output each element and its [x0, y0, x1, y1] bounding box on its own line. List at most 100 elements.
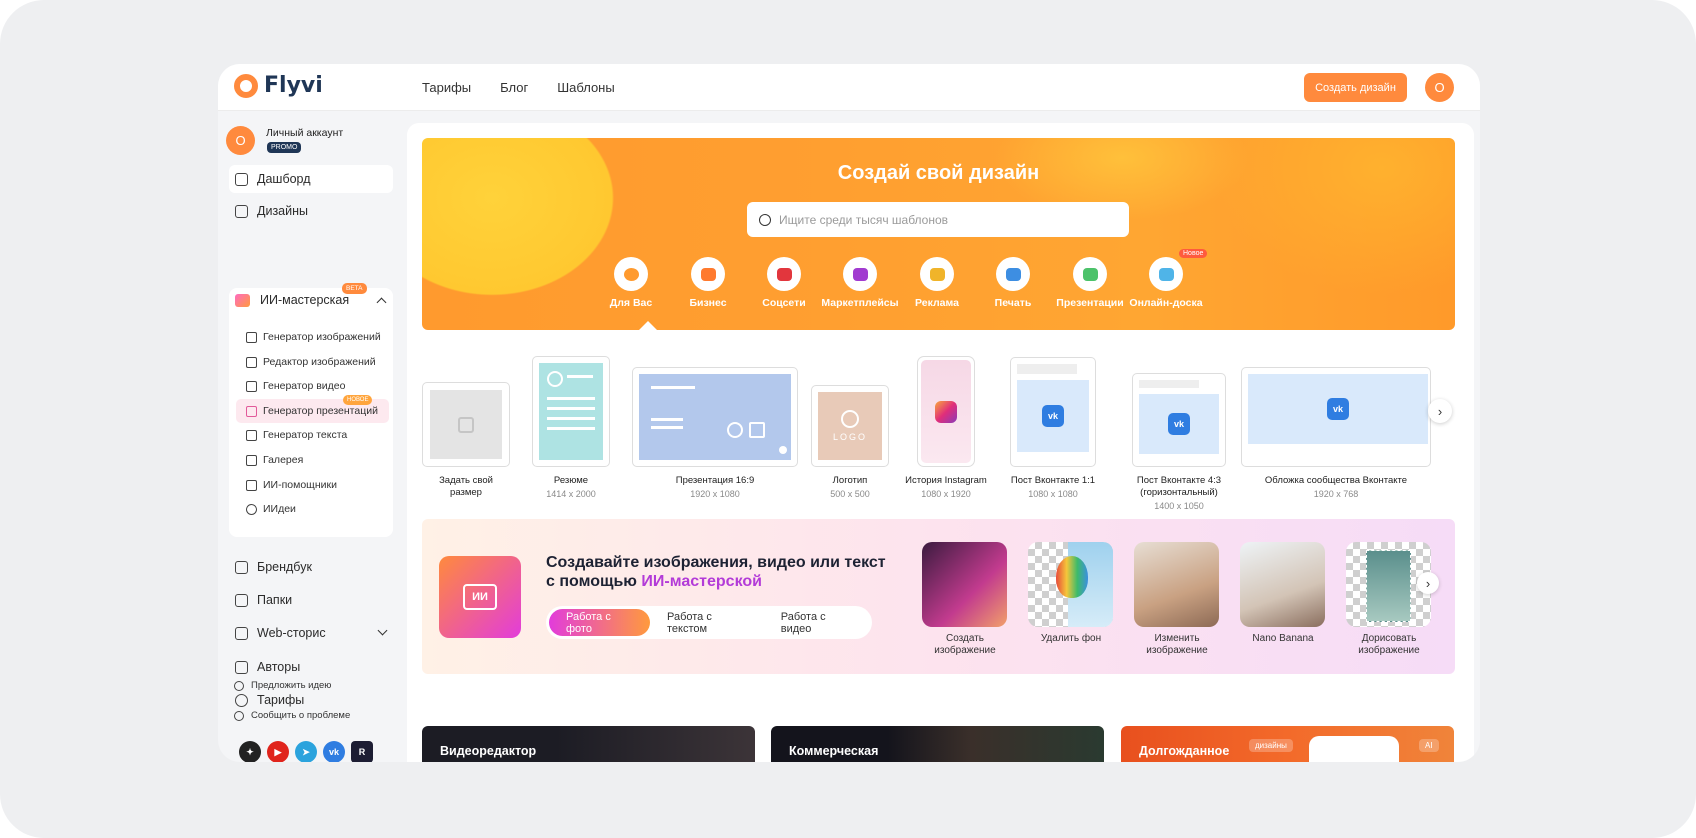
template-resume[interactable]: Резюме 1414 x 2000 — [531, 356, 611, 499]
ai-item-label: Галерея — [263, 454, 304, 466]
ai-heading-line2: с помощью ИИ-мастерской — [546, 572, 886, 591]
search-input[interactable]: Ищите среди тысяч шаблонов — [747, 202, 1129, 237]
account-avatar[interactable]: О — [226, 126, 255, 155]
rutube-icon[interactable]: R — [351, 741, 373, 762]
ai-workshop-section: ИИ-мастерская BETA Генератор изображений… — [229, 283, 393, 537]
ai-tabs: Работа с фото Работа с текстом Работа с … — [546, 606, 872, 639]
template-vk-post-square[interactable]: vk Пост Вконтакте 1:1 1080 x 1080 — [994, 357, 1112, 499]
logo-ring-icon — [234, 73, 258, 98]
hero-banner: Создай свой дизайн Ищите среди тысяч шаб… — [422, 138, 1455, 330]
ai-action-edit-image[interactable]: Изменить изображение — [1134, 542, 1220, 657]
vk-icon[interactable]: vk — [323, 741, 345, 762]
template-instagram-story[interactable]: История Instagram 1080 x 1920 — [901, 356, 991, 499]
ai-heading-line1: Создавайте изображения, видео или текст — [546, 554, 886, 571]
ai-item-assistants[interactable]: ИИ-помощники — [236, 473, 389, 497]
ai-action-outpaint-image[interactable]: Дорисовать изображение — [1346, 542, 1432, 657]
template-logo[interactable]: LOGO Логотип 500 x 500 — [811, 385, 889, 499]
template-name: Пост Вконтакте 4:3 (горизонтальный) — [1136, 475, 1222, 498]
authors-icon — [235, 660, 248, 674]
gallery-icon — [246, 454, 257, 466]
folder-icon — [235, 593, 248, 607]
chevron-right-icon: › — [1437, 403, 1443, 419]
thumb-image — [1240, 542, 1325, 627]
dzen-icon[interactable]: ✦ — [239, 741, 261, 762]
banner-title: Видеоредактор — [440, 744, 537, 758]
ai-item-ideas[interactable]: ИИдеи — [236, 497, 389, 521]
youtube-icon[interactable]: ▶ — [267, 741, 289, 762]
template-presentation[interactable]: Презентация 16:9 1920 x 1080 — [632, 367, 798, 499]
ai-item-text-generator[interactable]: Генератор текста — [236, 423, 389, 447]
template-size: 1080 x 1920 — [921, 489, 971, 499]
nav-tariffs[interactable]: Тарифы — [422, 80, 471, 95]
ai-item-image-editor[interactable]: Редактор изображений — [236, 350, 389, 374]
template-vk-cover[interactable]: vk Обложка сообщества Вконтакте 1920 x 7… — [1241, 367, 1431, 499]
ai-workshop-toggle[interactable]: ИИ-мастерская — [235, 293, 349, 307]
link-label: Сообщить о проблеме — [251, 710, 351, 721]
ai-item-label: ИИ-помощники — [263, 479, 337, 491]
ai-logo: ИИ — [439, 556, 521, 638]
logo[interactable]: Flyvi — [234, 73, 323, 98]
shopping-bag-icon — [852, 267, 868, 281]
ai-action-remove-background[interactable]: Удалить фон — [1028, 542, 1114, 645]
tab-video[interactable]: Работа с видео — [764, 609, 869, 636]
brandbook-icon — [235, 560, 248, 574]
sidebar-item-web-stories[interactable]: Web-сторис — [229, 619, 393, 647]
sidebar-item-designs[interactable]: Дизайны — [229, 197, 393, 225]
template-custom-size[interactable]: Задать свой размер — [422, 382, 510, 499]
smile-icon — [623, 267, 639, 281]
suggest-idea-link[interactable]: Предложить идею — [234, 680, 331, 691]
category-online-board[interactable]: Новое Онлайн-доска — [1121, 249, 1211, 309]
chart-icon — [1082, 267, 1098, 281]
template-name: История Instagram — [905, 475, 987, 486]
text-icon — [246, 429, 257, 441]
assistant-icon — [246, 479, 257, 491]
ai-action-nano-banana[interactable]: Nano Banana — [1240, 542, 1326, 645]
sidebar-item-dashboard[interactable]: Дашборд — [229, 165, 393, 193]
ai-item-label: Генератор видео — [263, 380, 346, 392]
sidebar-item-label: Дашборд — [257, 172, 311, 186]
circle-shape-icon — [727, 422, 743, 438]
presentation-icon — [246, 405, 257, 417]
beta-badge: BETA — [342, 283, 367, 294]
ai-item-gallery[interactable]: Галерея — [236, 448, 389, 472]
video-icon — [246, 380, 257, 392]
user-avatar[interactable]: О — [1425, 73, 1454, 102]
logo-circle-icon — [841, 410, 859, 428]
template-name: Презентация 16:9 — [675, 475, 755, 486]
ai-item-image-generator[interactable]: Генератор изображений — [236, 325, 389, 349]
dollar-icon — [235, 693, 248, 707]
template-vk-post-landscape[interactable]: vk Пост Вконтакте 4:3 (горизонтальный) 1… — [1114, 373, 1244, 511]
banner-title: Долгожданное — [1139, 744, 1230, 758]
nav-blog[interactable]: Блог — [500, 80, 528, 95]
sidebar-item-label: Тарифы — [257, 693, 305, 707]
telegram-icon[interactable]: ➤ — [295, 741, 317, 762]
new-badge: Новое — [1179, 249, 1208, 258]
template-size: 1080 x 1080 — [1028, 489, 1078, 499]
sidebar-item-folders[interactable]: Папки — [229, 586, 393, 614]
template-name: Задать свой размер — [439, 475, 493, 498]
account-name[interactable]: Личный аккаунт — [266, 127, 343, 139]
report-problem-link[interactable]: Сообщить о проблеме — [234, 710, 350, 721]
vk-logo-icon: vk — [1168, 413, 1190, 435]
heart-chat-icon — [776, 267, 792, 281]
nav-templates[interactable]: Шаблоны — [557, 80, 615, 95]
banner-title: Коммерческая — [789, 744, 879, 758]
banner-commercial[interactable]: Коммерческая — [771, 726, 1104, 762]
social-links: ✦ ▶ ➤ vk R — [239, 741, 373, 762]
tab-text[interactable]: Работа с текстом — [650, 609, 764, 636]
device-frame: Flyvi Тарифы Блог Шаблоны Создать дизайн… — [0, 0, 1696, 838]
template-size: 1920 x 768 — [1313, 489, 1359, 499]
banner-long-awaited[interactable]: Долгожданное дизайны AI — [1121, 726, 1454, 762]
tab-photo[interactable]: Работа с фото — [549, 609, 650, 636]
chevron-up-icon[interactable] — [376, 297, 387, 308]
ai-actions-next-button[interactable]: › — [1417, 572, 1439, 594]
create-design-button[interactable]: Создать дизайн — [1304, 73, 1407, 102]
sidebar-item-label: Брендбук — [257, 560, 312, 574]
ai-heading-accent[interactable]: ИИ-мастерской — [641, 573, 762, 590]
sidebar-item-brandbook[interactable]: Брендбук — [229, 553, 393, 581]
ai-action-create-image[interactable]: Создать изображение — [922, 542, 1008, 657]
sidebar-item-authors[interactable]: Авторы — [229, 653, 393, 681]
banner-video-editor[interactable]: Видеоредактор — [422, 726, 755, 762]
sidebar: О Личный аккаунт PROMO Дашборд Дизайны И… — [218, 111, 396, 762]
templates-next-button[interactable]: › — [1428, 399, 1452, 423]
